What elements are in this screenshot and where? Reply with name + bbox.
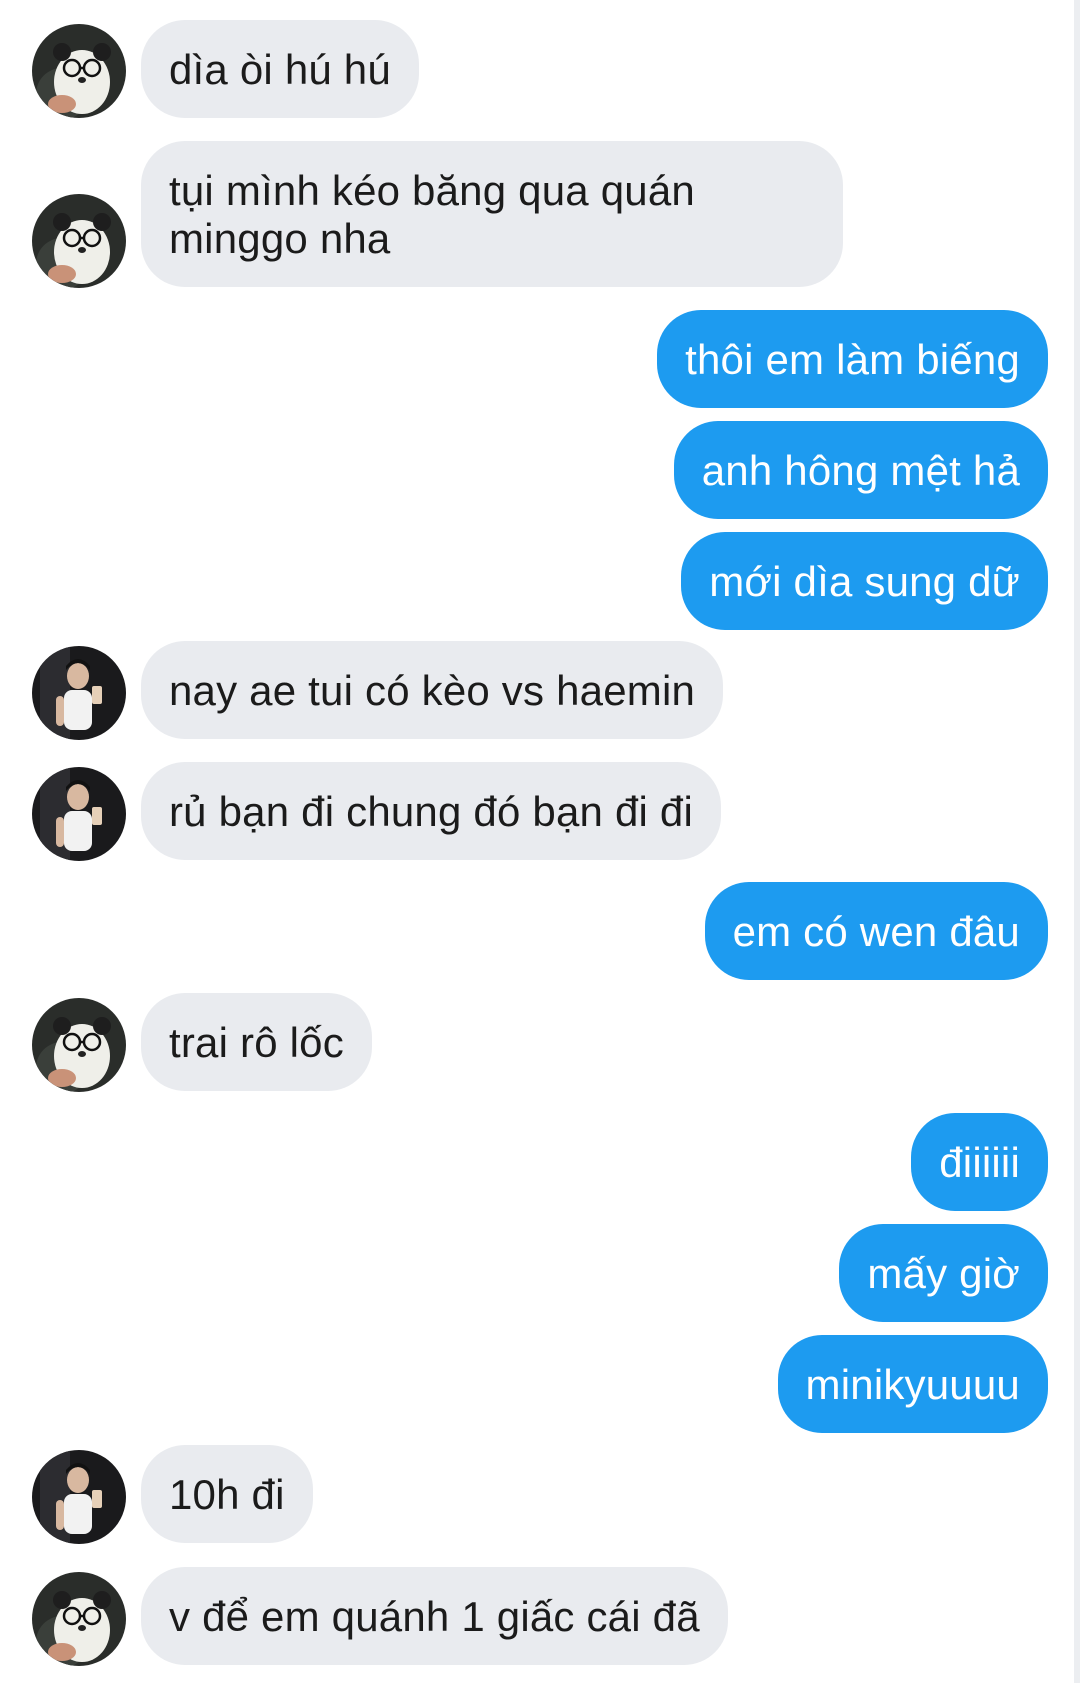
- message-bubble-outgoing[interactable]: anh hông mệt hả: [673, 421, 1048, 519]
- right-edge-divider: [1074, 0, 1080, 1683]
- message-bubble-outgoing[interactable]: thôi em làm biếng: [657, 310, 1048, 408]
- friend-a-avatar-icon[interactable]: [32, 194, 126, 288]
- friend-a-avatar-icon[interactable]: [32, 24, 126, 118]
- message-bubble-incoming[interactable]: 10h đi: [141, 1445, 313, 1543]
- message-bubble-incoming[interactable]: v để em quánh 1 giấc cái đã: [141, 1567, 728, 1665]
- message-bubble-incoming[interactable]: nay ae tui có kèo vs haemin: [141, 641, 724, 739]
- message-bubble-incoming[interactable]: rủ bạn đi chung đó bạn đi đi: [141, 762, 721, 860]
- friend-b-avatar-icon[interactable]: [32, 767, 126, 861]
- chat-thread: dìa òi hú hú tụi mình kéo băng qua quán …: [0, 0, 1080, 1683]
- friend-a-avatar-icon[interactable]: [32, 998, 126, 1092]
- message-bubble-outgoing[interactable]: mấy giờ: [839, 1224, 1048, 1322]
- message-bubble-incoming[interactable]: trai rô lốc: [141, 993, 372, 1091]
- message-bubble-incoming[interactable]: tụi mình kéo băng qua quán minggo nha: [141, 141, 843, 287]
- message-bubble-outgoing[interactable]: điiiiii: [911, 1113, 1048, 1211]
- message-bubble-outgoing[interactable]: em có wen đâu: [704, 882, 1048, 980]
- message-bubble-outgoing[interactable]: mới dìa sung dữ: [681, 532, 1048, 630]
- message-bubble-outgoing[interactable]: minikyuuuu: [777, 1335, 1048, 1433]
- friend-b-avatar-icon[interactable]: [32, 1450, 126, 1544]
- message-bubble-incoming[interactable]: dìa òi hú hú: [141, 20, 419, 118]
- friend-a-avatar-icon[interactable]: [32, 1572, 126, 1666]
- friend-b-avatar-icon[interactable]: [32, 646, 126, 740]
